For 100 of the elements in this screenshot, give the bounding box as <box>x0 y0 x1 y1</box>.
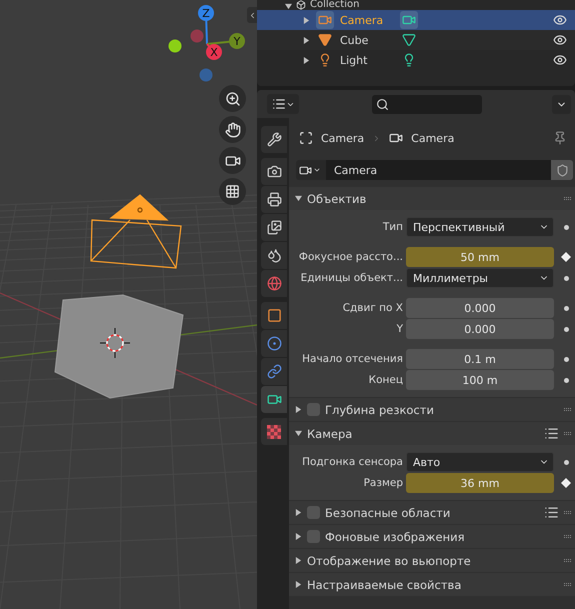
search-field[interactable] <box>372 94 482 114</box>
panel-header[interactable]: Отображение во вьюпорте <box>289 548 575 572</box>
keyframe-dot-icon[interactable] <box>564 276 568 280</box>
camera-view-button[interactable] <box>219 147 246 174</box>
options-dropdown[interactable] <box>552 94 571 114</box>
number-field[interactable]: 0.1 m <box>406 349 554 369</box>
list-icon <box>272 97 286 111</box>
3d-viewport[interactable]: Z Y X <box>0 0 257 609</box>
keyframe-dot-icon[interactable] <box>564 356 568 362</box>
collection-icon <box>296 0 306 10</box>
panel-title[interactable]: Отображение во вьюпорте <box>307 554 471 568</box>
disclosure-triangle-icon[interactable] <box>295 430 302 437</box>
dropdown-field[interactable]: Авто <box>406 452 554 472</box>
properties-tab[interactable] <box>261 358 287 385</box>
panel-title[interactable]: Камера <box>307 426 352 440</box>
keyframe-dot-icon[interactable] <box>564 224 568 230</box>
droplets-icon <box>266 248 282 263</box>
properties-tab[interactable] <box>261 126 287 153</box>
number-field[interactable]: 36 mm <box>406 473 554 493</box>
disclosure-triangle-icon[interactable] <box>303 36 310 44</box>
disclosure-triangle-icon[interactable] <box>303 56 310 64</box>
properties-tab[interactable] <box>261 386 287 413</box>
properties-tab[interactable] <box>261 418 287 445</box>
fake-user-button[interactable] <box>551 160 573 180</box>
property-label: Подгонка сенсора <box>301 456 403 468</box>
datablock-name-field[interactable]: Camera <box>326 160 551 180</box>
keyframe-diamond-icon[interactable] <box>561 478 571 488</box>
triangle-icon[interactable] <box>402 33 416 47</box>
panel-header[interactable]: Глубина резкости <box>289 397 575 421</box>
hand-icon <box>224 122 240 138</box>
disclosure-triangle-icon[interactable] <box>295 509 302 516</box>
zoom-button[interactable] <box>219 85 246 112</box>
dropdown-field[interactable]: Перспективный <box>406 217 554 237</box>
presets-icon[interactable] <box>544 426 559 441</box>
number-field[interactable]: 100 m <box>406 370 554 390</box>
panel-header[interactable]: Камера <box>289 421 575 445</box>
checker-icon <box>267 424 281 438</box>
property-label: Размер <box>362 477 403 489</box>
link-icon <box>266 364 282 379</box>
keyframe-diamond-icon[interactable] <box>561 252 571 262</box>
object-name[interactable]: Light <box>340 54 394 66</box>
3d-cursor-icon <box>100 328 130 358</box>
property-label: Начало отсечения <box>301 353 403 365</box>
panel-title[interactable]: Объектив <box>307 192 366 206</box>
number-field[interactable]: 0.000 <box>406 319 554 339</box>
keyframe-dot-icon[interactable] <box>564 326 568 332</box>
chevron-down-icon <box>313 166 321 174</box>
disclosure-triangle-icon[interactable] <box>295 533 302 540</box>
properties-tab[interactable] <box>261 302 287 329</box>
visibility-eye-icon[interactable] <box>553 33 567 47</box>
video-camera-icon[interactable] <box>402 13 416 27</box>
disclosure-triangle-icon[interactable] <box>295 195 302 202</box>
camera-icon <box>266 164 282 179</box>
axis-gizmo[interactable]: Z Y X <box>164 3 250 87</box>
panel-header[interactable]: Объектив <box>289 186 575 210</box>
properties-tab[interactable] <box>261 242 287 269</box>
properties-tab[interactable] <box>261 214 287 241</box>
lightbulb-icon[interactable] <box>402 53 416 67</box>
pan-button[interactable] <box>219 116 246 143</box>
perspective-toggle-button[interactable] <box>219 178 246 205</box>
keyframe-dot-icon[interactable] <box>564 378 568 382</box>
keyframe-dot-icon[interactable] <box>564 306 568 310</box>
sidebar-toggle-button[interactable] <box>247 7 257 23</box>
number-field[interactable]: 0.000 <box>406 298 554 318</box>
panel-checkbox[interactable] <box>307 530 320 543</box>
visibility-eye-icon[interactable] <box>553 53 567 67</box>
number-field[interactable]: 50 mm <box>406 247 554 267</box>
panel-checkbox[interactable] <box>307 403 320 416</box>
panel-header[interactable]: Безопасные области <box>289 500 575 524</box>
disclosure-triangle-icon[interactable] <box>295 406 302 413</box>
properties-tab[interactable] <box>261 330 287 357</box>
panel-title[interactable]: Безопасные области <box>325 506 450 520</box>
visibility-eye-icon[interactable] <box>553 13 567 27</box>
object-name[interactable]: Cube <box>340 34 394 46</box>
panel-title[interactable]: Фоновые изображения <box>325 530 464 544</box>
disclosure-triangle-icon[interactable] <box>295 557 302 564</box>
datablock-browse-button[interactable] <box>296 160 326 180</box>
editor-type-button[interactable] <box>267 94 299 114</box>
property-label: Конец <box>368 374 403 386</box>
disclosure-triangle-icon[interactable] <box>295 581 302 588</box>
panel-title[interactable]: Глубина резкости <box>325 402 434 416</box>
pin-icon[interactable] <box>553 131 567 145</box>
panel-header[interactable]: Фоновые изображения <box>289 524 575 548</box>
zoom-in-icon <box>224 90 240 106</box>
shield-icon <box>556 164 568 176</box>
keyframe-dot-icon[interactable] <box>564 460 568 464</box>
disclosure-triangle-icon[interactable] <box>303 16 310 24</box>
breadcrumb-data: Camera <box>411 132 454 144</box>
properties-tab[interactable] <box>261 270 287 297</box>
panel-title[interactable]: Настраиваемые свойства <box>307 578 462 592</box>
dropdown-field[interactable]: Миллиметры <box>406 268 554 288</box>
disclosure-triangle-icon[interactable] <box>285 3 292 10</box>
object-name[interactable]: Camera <box>340 14 394 26</box>
panel-header[interactable]: Настраиваемые свойства <box>289 572 575 596</box>
properties-tab[interactable] <box>261 158 287 185</box>
outliner-row[interactable]: Camera <box>257 10 575 30</box>
presets-icon[interactable] <box>544 505 559 520</box>
panel-checkbox[interactable] <box>307 506 320 519</box>
wrench-icon <box>266 132 282 147</box>
properties-tab[interactable] <box>261 186 287 213</box>
